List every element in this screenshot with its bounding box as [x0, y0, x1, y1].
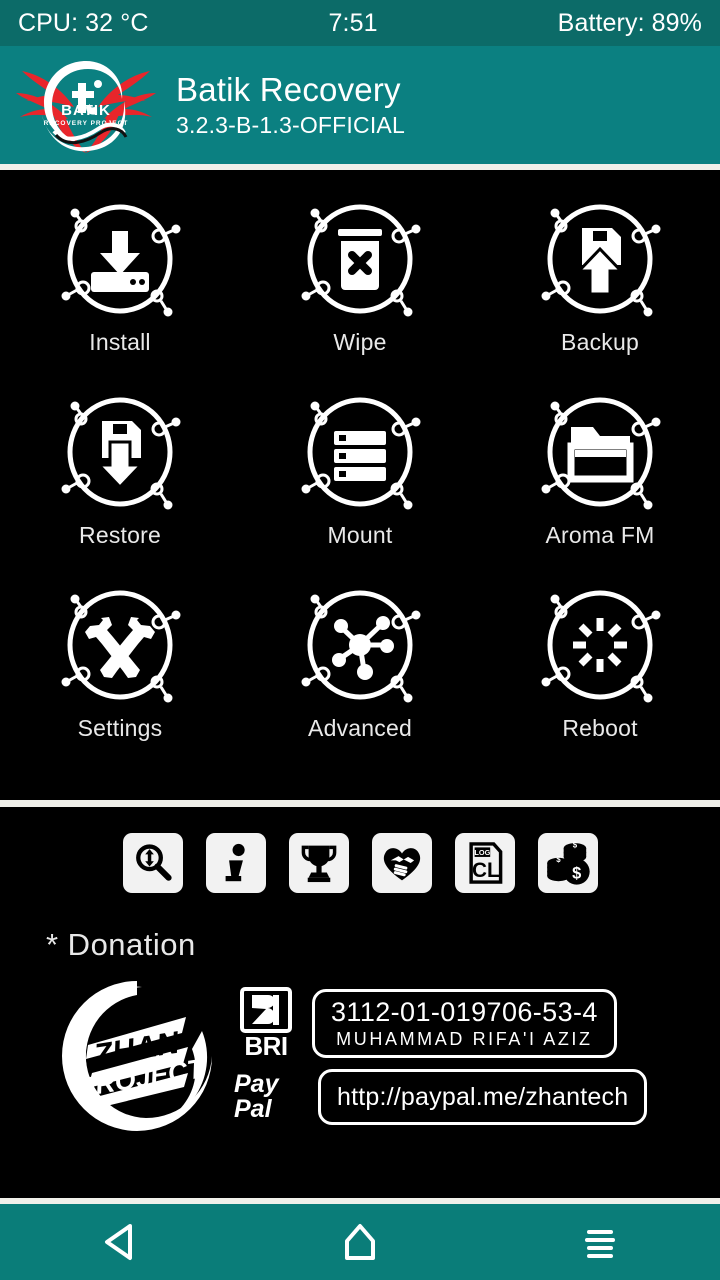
folder-open-icon [537, 389, 663, 515]
menu-tile-settings[interactable]: Settings [0, 582, 240, 775]
bri-account-name: MUHAMMAD RIFA'I AZIZ [336, 1028, 592, 1050]
batik-recovery-project-logo-icon: BATIK RECOVERY PROJECT [6, 49, 166, 161]
info-donation-section: LOG CL $ $ [0, 807, 720, 1198]
donation-heading: * Donation [46, 927, 720, 963]
menu-tile-aroma-fm[interactable]: Aroma FM [480, 389, 720, 582]
svg-text:LOG: LOG [474, 848, 490, 857]
nav-home-button[interactable] [305, 1212, 415, 1272]
bri-account-box[interactable]: 3112-01-019706-53-4 MUHAMMAD RIFA'I AZIZ [312, 989, 617, 1058]
handshake-heart-icon[interactable] [372, 833, 432, 893]
menu-tile-label: Reboot [562, 715, 637, 742]
svg-text:$: $ [572, 865, 581, 883]
app-version: 3.2.3-B-1.3-OFFICIAL [176, 110, 405, 140]
nav-menu-button[interactable] [545, 1212, 655, 1272]
floppy-up-arrow-icon [537, 196, 663, 322]
svg-text:BATIK: BATIK [61, 102, 111, 119]
svg-text:$: $ [572, 840, 577, 849]
network-nodes-icon [297, 582, 423, 708]
coins-dollar-icon[interactable]: $ $ $ [538, 833, 598, 893]
paypal-url-box[interactable]: http://paypal.me/zhantech [318, 1069, 647, 1125]
clock: 7:51 [148, 9, 557, 38]
svg-text:CL: CL [471, 859, 499, 882]
reboot-burst-icon [537, 582, 663, 708]
svg-text:$: $ [556, 855, 561, 864]
menu-tile-mount[interactable]: Mount [240, 389, 480, 582]
paypal-label-line2: Pal [234, 1097, 304, 1122]
info-icon[interactable] [206, 833, 266, 893]
menu-tile-label: Install [89, 329, 150, 356]
home-icon [337, 1219, 383, 1265]
status-bar: CPU: 32 °C 7:51 Battery: 89% [0, 0, 720, 46]
trophy-icon[interactable] [289, 833, 349, 893]
menu-tile-wipe[interactable]: Wipe [240, 196, 480, 389]
menu-tile-label: Wipe [333, 329, 386, 356]
wrenches-icon [57, 582, 183, 708]
storage-bars-icon [297, 389, 423, 515]
payment-methods: BRI 3112-01-019706-53-4 MUHAMMAD RIFA'I … [222, 987, 647, 1125]
menu-tile-label: Advanced [308, 715, 412, 742]
menu-tile-install[interactable]: Install [0, 196, 240, 389]
paypal-payment-line: Pay Pal http://paypal.me/zhantech [234, 1069, 647, 1125]
floppy-down-arrow-icon [57, 389, 183, 515]
changelog-file-icon[interactable]: LOG CL [455, 833, 515, 893]
info-icon-row: LOG CL $ $ [0, 833, 720, 893]
bri-payment-line: BRI 3112-01-019706-53-4 MUHAMMAD RIFA'I … [234, 987, 647, 1059]
donation-row: ZHAN PROJECT BRI [0, 963, 720, 1141]
back-triangle-icon [97, 1219, 143, 1265]
zhan-project-logo-icon: ZHAN PROJECT [52, 971, 222, 1141]
install-download-icon [57, 196, 183, 322]
recovery-app-screen: CPU: 32 °C 7:51 Battery: 89% [0, 0, 720, 1280]
menu-tile-label: Mount [328, 522, 393, 549]
menu-tile-label: Aroma FM [546, 522, 655, 549]
menu-tile-backup[interactable]: Backup [480, 196, 720, 389]
main-menu: Install [0, 170, 720, 807]
bri-logo-icon: BRI [234, 987, 298, 1059]
cpu-temperature: CPU: 32 °C [18, 9, 148, 38]
app-header: BATIK RECOVERY PROJECT Batik Recovery 3.… [0, 46, 720, 170]
menu-tile-reboot[interactable]: Reboot [480, 582, 720, 775]
android-nav-bar [0, 1198, 720, 1280]
battery-level: Battery: 89% [558, 9, 702, 38]
paypal-label-line1: Pay [234, 1072, 304, 1097]
menu-grid: Install [0, 196, 720, 775]
magnifier-resize-icon[interactable] [123, 833, 183, 893]
menu-tile-restore[interactable]: Restore [0, 389, 240, 582]
trash-x-icon [297, 196, 423, 322]
menu-lines-icon [577, 1219, 623, 1265]
paypal-url: http://paypal.me/zhantech [337, 1080, 628, 1114]
bri-label: BRI [244, 1033, 287, 1059]
paypal-logo-icon: Pay Pal [234, 1072, 304, 1122]
nav-back-button[interactable] [65, 1212, 175, 1272]
menu-tile-label: Settings [78, 715, 163, 742]
menu-tile-label: Backup [561, 329, 639, 356]
menu-tile-label: Restore [79, 522, 161, 549]
menu-tile-advanced[interactable]: Advanced [240, 582, 480, 775]
bri-account-number: 3112-01-019706-53-4 [331, 997, 598, 1028]
brand-text-block: Batik Recovery 3.2.3-B-1.3-OFFICIAL [166, 70, 405, 140]
app-title: Batik Recovery [176, 70, 405, 110]
